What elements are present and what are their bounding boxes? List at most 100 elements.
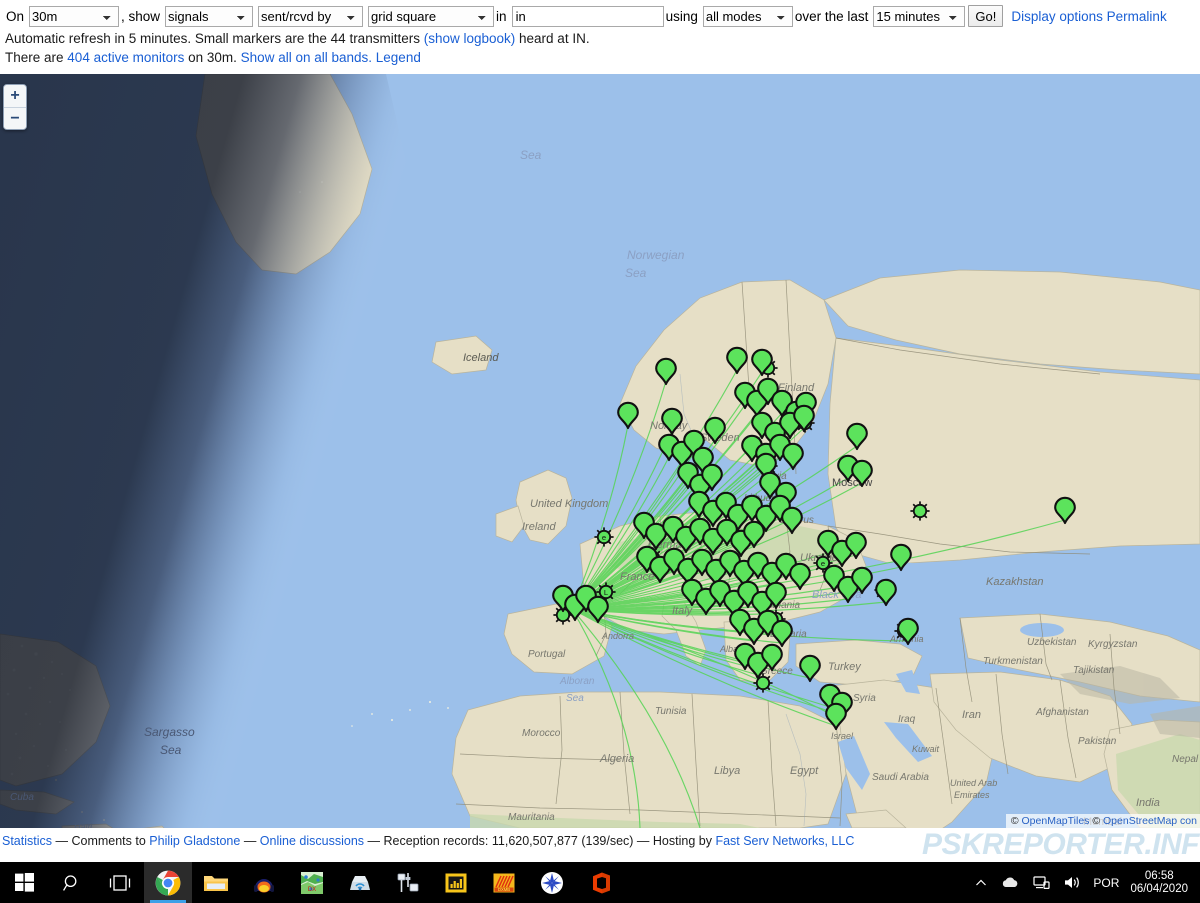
toolbar-links: Display options Permalink [1011,9,1166,24]
clock[interactable]: 06:58 06/04/2020 [1128,870,1194,896]
map-label: Cuba [10,792,34,803]
time-range-select[interactable]: 15 minutes30 minutes1 hour3 hours24 hour… [873,5,966,27]
footer-text: Statistics — Comments to Philip Gladston… [2,834,854,848]
start-button[interactable] [0,862,48,903]
network-tray-button[interactable] [1026,875,1057,890]
blue-compass-icon [541,871,563,894]
statistics-link[interactable]: Statistics [2,834,52,848]
windows-taskbar: DX DXMB POR 06:58 06/04/2020 [0,862,1200,903]
cloud-icon [1003,877,1018,887]
locator-input[interactable] [511,5,664,27]
direction-select[interactable]: sent/rcvd bysent byrcvd by [258,5,364,27]
map-label: Kyrgyzstan [1088,639,1138,650]
onedrive-tray-button[interactable] [994,876,1026,889]
speaker-icon [1065,877,1080,888]
colorful-map-icon: DX [301,871,323,894]
tray-expand-button[interactable] [968,878,994,888]
transmitter-marker[interactable]: e [594,527,614,547]
map-label: Turkey [828,661,862,673]
office-app-button[interactable] [576,862,624,903]
map-label: Nepal [1172,754,1199,765]
map-graphics: SeaNorwegianSeaIcelandNorwaySwedenFinlan… [0,74,1200,828]
map-label: Morocco [522,728,561,739]
clock-time: 06:58 [1144,869,1174,882]
map-label: Uzbekistan [1027,637,1077,648]
map-label: France [620,571,654,583]
active-monitors-link[interactable]: 404 active monitors [67,50,184,65]
compass-app-button[interactable] [528,862,576,903]
footer-sep-4: — Hosting by [636,834,712,848]
over-last-label: over the last [794,8,869,24]
footer-sep-2: — [243,834,257,848]
chevron-up-icon [976,879,987,885]
map-label: Iceland [463,352,499,364]
chrome-logo-icon [155,870,181,895]
map-label: Afghanistan [1035,707,1089,718]
permalink-link[interactable]: Permalink [1107,9,1167,24]
chrome-app-button[interactable] [144,862,192,903]
go-button[interactable]: Go! [968,5,1004,27]
signal-type-select[interactable]: signalsreception reports [165,5,254,27]
map-label: Tajikistan [1073,665,1115,676]
reception-records-count: 11,620,507,877 [491,834,578,848]
map-canvas[interactable]: SeaNorwegianSeaIcelandNorwaySwedenFinlan… [0,74,1200,828]
zoom-out-button[interactable]: − [4,107,26,129]
legend-link[interactable]: Legend [376,50,421,65]
transmitter-marker[interactable] [910,501,930,521]
sdr-app-button[interactable]: DXMB [480,862,528,903]
map-label: Libya [714,765,740,777]
language-indicator[interactable]: POR [1089,876,1128,890]
map-label: Portugal [528,649,566,660]
search-button[interactable] [48,862,96,903]
file-explorer-app-button[interactable] [192,862,240,903]
network-tool-app-button[interactable] [384,862,432,903]
map-label: Turkmenistan [983,656,1043,667]
attrib-copyright-1: © [1010,815,1019,827]
map-label: Alboran [559,676,595,687]
footer-sep-1: — Comments to [55,834,146,848]
mode-select[interactable]: all modesFT8FT4JT65WSPRPSK31 [702,5,793,27]
author-link[interactable]: Philip Gladstone [149,834,240,848]
refresh-text: Automatic refresh in 5 minutes. Small ma… [5,31,327,46]
task-view-button[interactable] [96,862,144,903]
band-text: on 30m. [188,50,237,65]
transmitter-count: 44 [330,31,346,46]
volume-tray-button[interactable] [1057,875,1089,890]
transmitter-label: e [602,533,606,542]
map-viewport[interactable]: SeaNorwegianSeaIcelandNorwaySwedenFinlan… [0,74,1200,828]
zoom-control[interactable]: + − [3,84,27,130]
band-select[interactable]: 160m80m60m40m30m20m17m15m12m10m6m2m [29,5,120,27]
network-plug-icon [397,872,419,892]
map-label: United Arab [950,778,997,788]
map-app-button[interactable]: DX [288,862,336,903]
office-logo-icon [593,872,610,893]
online-discussions-link[interactable]: Online discussions [260,834,364,848]
folder-icon [204,875,228,891]
host-link[interactable]: Fast Serv Networks, LLC [715,834,854,848]
openstreetmap-link[interactable]: OpenStreetMap con [1103,815,1197,827]
reception-rate: (139/sec) [581,834,634,848]
map-label: Ireland [522,521,557,533]
radio-app-button[interactable] [336,862,384,903]
orange-waterfall-icon: DXMB [493,873,515,892]
map-label: Sea [625,266,647,280]
map-label: Egypt [790,765,819,777]
group-by-select[interactable]: grid squarecallsignDXCC [368,5,495,27]
map-label: Sea [566,693,584,704]
map-label: Sea [160,743,182,757]
map-label: Kuwait [912,744,940,754]
transmitters-text: transmitters [349,31,420,46]
map-label: Iraq [898,714,916,725]
spectrum-app-button[interactable] [432,862,480,903]
zoom-in-button[interactable]: + [4,85,26,107]
footer-sep-3: — Reception records: [367,834,489,848]
openmaptiles-link[interactable]: OpenMapTiles [1022,815,1090,827]
search-magnifier-icon [63,874,77,891]
map-label: Pakistan [1078,736,1117,747]
show-all-bands-link[interactable]: Show all on all bands. [241,50,372,65]
headphones-app-button[interactable] [240,862,288,903]
system-tray: POR 06:58 06/04/2020 [968,862,1200,903]
show-logbook-link[interactable]: (show logbook) [424,31,516,46]
show-label: , show [121,8,161,24]
display-options-link[interactable]: Display options [1011,9,1103,24]
